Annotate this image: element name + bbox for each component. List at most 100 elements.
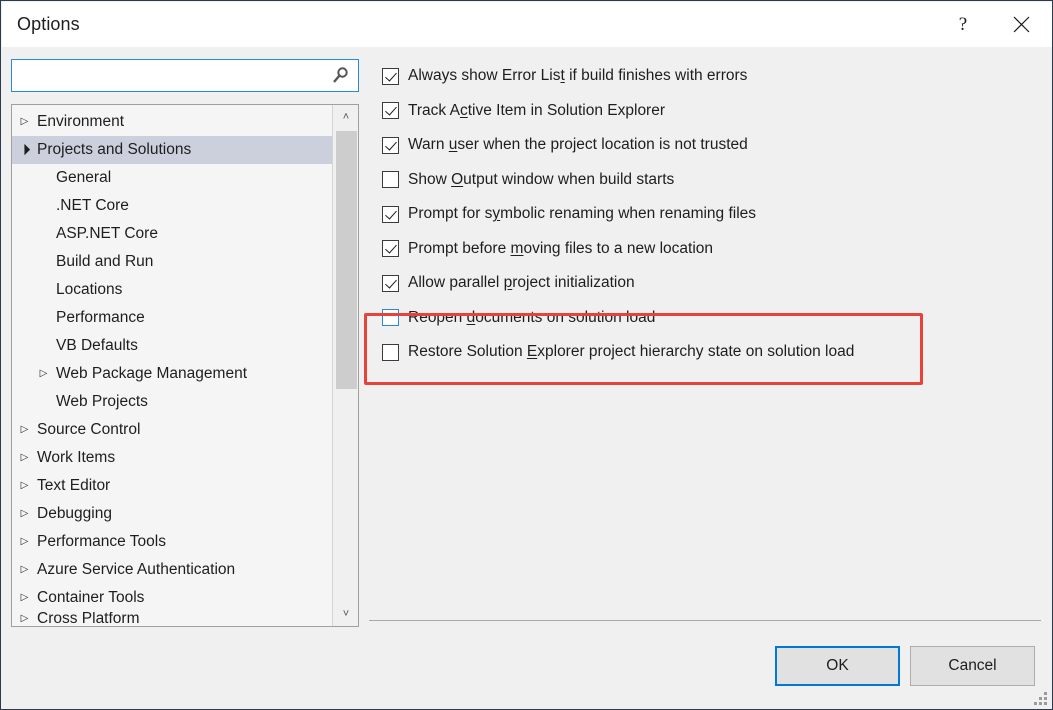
option-label-post: xplorer project hierarchy state on solut… bbox=[537, 343, 854, 360]
option-accelerator-key: O bbox=[451, 171, 463, 188]
checkbox[interactable] bbox=[382, 206, 399, 223]
search-box[interactable] bbox=[11, 59, 359, 92]
resize-grip[interactable] bbox=[1033, 691, 1047, 705]
chevron-right-icon[interactable] bbox=[16, 565, 33, 575]
option-label-post: if build finishes with errors bbox=[565, 67, 748, 84]
option-label-pre: Track A bbox=[408, 102, 460, 119]
close-button[interactable] bbox=[998, 2, 1044, 47]
close-icon bbox=[1013, 16, 1030, 33]
option-label-pre: Prompt for s bbox=[408, 205, 492, 222]
tree-item[interactable]: Web Package Management bbox=[12, 360, 332, 388]
tree-item[interactable]: Performance Tools bbox=[12, 528, 332, 556]
tree-item[interactable]: .NET Core bbox=[12, 192, 332, 220]
option-accelerator-key: m bbox=[511, 240, 524, 257]
checkbox[interactable] bbox=[382, 344, 399, 361]
checkbox[interactable] bbox=[382, 68, 399, 85]
chevron-right-icon[interactable] bbox=[16, 537, 33, 547]
tree-item[interactable]: Azure Service Authentication bbox=[12, 556, 332, 584]
tree-item[interactable]: Source Control bbox=[12, 416, 332, 444]
option-row[interactable]: Prompt before moving files to a new loca… bbox=[369, 232, 1041, 267]
cancel-button[interactable]: Cancel bbox=[910, 646, 1035, 686]
help-button[interactable]: ? bbox=[940, 2, 986, 47]
checkbox[interactable] bbox=[382, 171, 399, 188]
option-row[interactable]: Always show Error List if build finishes… bbox=[369, 59, 1041, 94]
checkbox[interactable] bbox=[382, 275, 399, 292]
tree-item[interactable]: Text Editor bbox=[12, 472, 332, 500]
checkbox[interactable] bbox=[382, 102, 399, 119]
tree-item[interactable]: VB Defaults bbox=[12, 332, 332, 360]
tree-item[interactable]: Performance bbox=[12, 304, 332, 332]
search-icon[interactable] bbox=[331, 66, 350, 85]
option-row[interactable]: Prompt for symbolic renaming when renami… bbox=[369, 197, 1041, 232]
tree-item-label: VB Defaults bbox=[52, 337, 138, 355]
option-label-post: utput window when build starts bbox=[463, 171, 674, 188]
option-row[interactable]: Allow parallel project initialization bbox=[369, 266, 1041, 301]
option-label-pre: Show bbox=[408, 171, 451, 188]
option-accelerator-key: d bbox=[467, 309, 476, 326]
tree-item[interactable]: ASP.NET Core bbox=[12, 220, 332, 248]
tree-item-label: Container Tools bbox=[33, 589, 144, 607]
tree-item[interactable]: Environment bbox=[12, 108, 332, 136]
chevron-right-icon[interactable] bbox=[35, 369, 52, 379]
tree-item[interactable]: Web Projects bbox=[12, 388, 332, 416]
ok-button[interactable]: OK bbox=[775, 646, 900, 686]
tree-item-label: Build and Run bbox=[52, 253, 153, 271]
option-label: Warn user when the project location is n… bbox=[408, 136, 748, 154]
tree-item[interactable]: Locations bbox=[12, 276, 332, 304]
option-label-post: tive Item in Solution Explorer bbox=[468, 102, 665, 119]
tree-item-label: Web Package Management bbox=[52, 365, 247, 383]
tree-item-label: Text Editor bbox=[33, 477, 110, 495]
tree-item-label: Performance Tools bbox=[33, 533, 166, 551]
search-input[interactable] bbox=[12, 60, 331, 91]
option-label: Allow parallel project initialization bbox=[408, 274, 635, 292]
chevron-right-icon[interactable] bbox=[16, 614, 33, 624]
option-label-pre: Reopen bbox=[408, 309, 467, 326]
title-bar: Options ? bbox=[2, 2, 1053, 47]
option-row[interactable]: Show Output window when build starts bbox=[369, 163, 1041, 198]
option-accelerator-key: c bbox=[460, 102, 468, 119]
chevron-down-icon[interactable] bbox=[16, 145, 33, 155]
scroll-down-icon[interactable]: ˅ bbox=[333, 602, 359, 626]
scrollbar-thumb[interactable] bbox=[336, 131, 357, 389]
chevron-right-icon[interactable] bbox=[16, 593, 33, 603]
option-label: Show Output window when build starts bbox=[408, 171, 674, 189]
tree-list: EnvironmentProjects and Solutions General… bbox=[12, 105, 332, 626]
option-label: Always show Error List if build finishes… bbox=[408, 67, 747, 85]
tree-item-label: ASP.NET Core bbox=[52, 225, 158, 243]
tree-item[interactable]: Projects and Solutions bbox=[12, 136, 332, 164]
tree-scrollbar[interactable]: ˄ ˅ bbox=[332, 105, 358, 626]
tree-item[interactable]: Build and Run bbox=[12, 248, 332, 276]
option-label: Prompt for symbolic renaming when renami… bbox=[408, 205, 756, 223]
tree-item-label: General bbox=[52, 169, 111, 187]
option-row[interactable]: Track Active Item in Solution Explorer bbox=[369, 94, 1041, 129]
option-row[interactable]: Warn user when the project location is n… bbox=[369, 128, 1041, 163]
option-label-pre: Warn bbox=[408, 136, 449, 153]
option-row[interactable]: Restore Solution Explorer project hierar… bbox=[369, 335, 1041, 370]
question-mark-icon: ? bbox=[959, 14, 967, 36]
settings-category-tree[interactable]: EnvironmentProjects and Solutions General… bbox=[11, 104, 359, 627]
tree-item[interactable]: Debugging bbox=[12, 500, 332, 528]
tree-item[interactable]: General bbox=[12, 164, 332, 192]
option-label-pre: Prompt before bbox=[408, 240, 511, 257]
checkbox[interactable] bbox=[382, 309, 399, 326]
tree-item[interactable]: Cross Platform bbox=[12, 612, 332, 626]
option-accelerator-key: E bbox=[527, 343, 537, 360]
options-checkbox-list: Always show Error List if build finishes… bbox=[369, 59, 1041, 619]
chevron-right-icon[interactable] bbox=[16, 481, 33, 491]
tree-item-label: Source Control bbox=[33, 421, 140, 439]
scroll-up-icon[interactable]: ˄ bbox=[333, 105, 359, 129]
tree-item[interactable]: Container Tools bbox=[12, 584, 332, 612]
option-label: Prompt before moving files to a new loca… bbox=[408, 240, 713, 258]
page-title: Options bbox=[17, 14, 80, 35]
option-row[interactable]: Reopen documents on solution load bbox=[369, 301, 1041, 336]
checkbox[interactable] bbox=[382, 137, 399, 154]
chevron-right-icon[interactable] bbox=[16, 453, 33, 463]
checkbox[interactable] bbox=[382, 240, 399, 257]
tree-item[interactable]: Work Items bbox=[12, 444, 332, 472]
chevron-right-icon[interactable] bbox=[16, 425, 33, 435]
footer-separator bbox=[369, 620, 1041, 621]
tree-item-label: Web Projects bbox=[52, 393, 148, 411]
chevron-right-icon[interactable] bbox=[16, 117, 33, 127]
chevron-right-icon[interactable] bbox=[16, 509, 33, 519]
option-label-post: ser when the project location is not tru… bbox=[457, 136, 747, 153]
